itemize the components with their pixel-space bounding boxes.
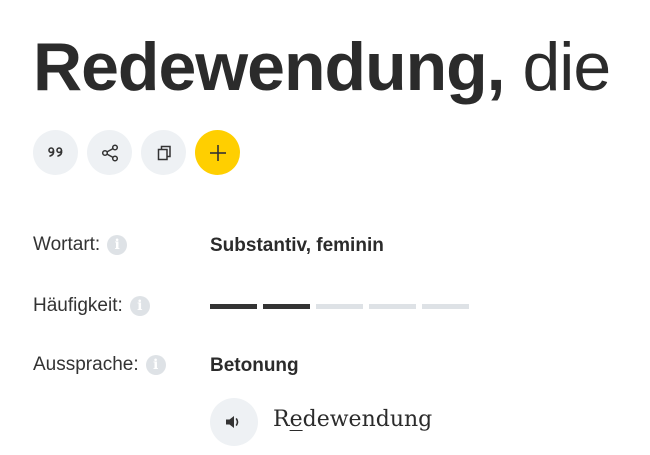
frequency-segment [316,304,363,309]
add-button[interactable] [195,130,240,175]
page-title: Redewendung, die [33,22,611,112]
stressed-vowel: e [289,407,303,432]
copy-button[interactable] [141,130,186,175]
quote-icon [47,146,62,157]
share-button[interactable] [87,130,132,175]
info-icon[interactable]: i [107,235,128,255]
quote-button[interactable] [33,130,78,175]
frequency-meter [210,304,469,309]
frequency-segment [369,304,416,309]
share-icon [101,143,118,162]
wortart-row: Wortart: i [33,234,128,256]
info-icon[interactable]: i [129,296,150,316]
wortart-value: Substantiv, feminin [210,235,384,256]
frequency-segment [263,304,310,309]
action-bar [33,130,240,175]
wortart-label: Wortart: [33,234,101,255]
frequency-segment [210,304,257,309]
headword: Redewendung, [33,29,506,105]
copy-icon [157,145,171,160]
info-icon[interactable]: i [145,355,166,375]
pronunciation-word: Redewendung [273,407,433,432]
frequency-segment [422,304,469,309]
speaker-icon [226,416,239,428]
aussprache-row: Aussprache: i [33,354,166,376]
haeufigkeit-label: Häufigkeit: [33,295,123,316]
plus-icon [209,144,226,161]
play-audio-button[interactable] [210,398,258,446]
aussprache-label: Aussprache: [33,354,139,375]
haeufigkeit-row: Häufigkeit: i [33,295,150,317]
article: die [522,29,611,105]
betonung-label: Betonung [210,355,299,376]
